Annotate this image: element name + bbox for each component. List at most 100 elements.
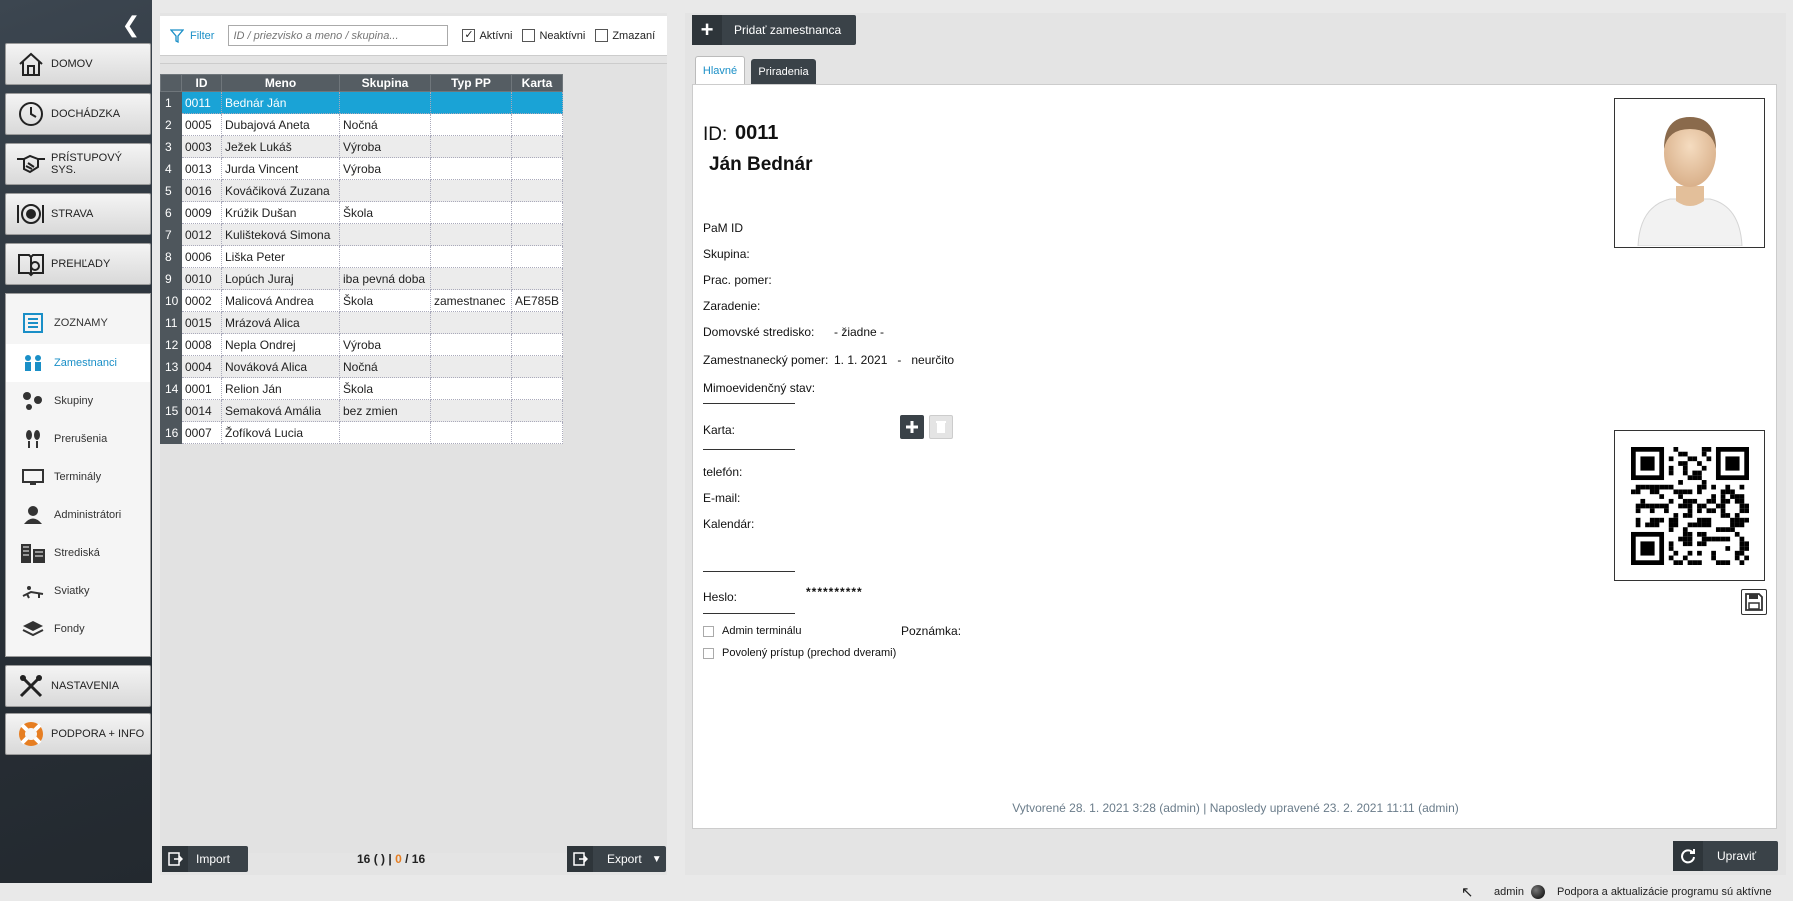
table-row[interactable]: 13 0004 Nováková Alica Nočná [160, 355, 563, 378]
table-cell [511, 245, 563, 268]
column-header-skupina[interactable]: Skupina [339, 74, 431, 92]
sidebar: ❮ DOMOV DOCHÁDZKA PRÍSTUPOVÝ SYS. STRAVA… [0, 0, 152, 883]
active-checkbox[interactable]: ✓ Aktívni [462, 29, 512, 42]
inactive-checkbox[interactable]: Neaktívni [522, 29, 585, 42]
table-row[interactable]: 6 0009 Krúžik Dušan Škola [160, 201, 563, 224]
add-card-button[interactable] [900, 415, 924, 439]
table-row[interactable]: 11 0015 Mrázová Alica [160, 311, 563, 334]
povoleny-pristup-checkbox[interactable]: Povolený prístup (prechod dverami) [703, 647, 896, 659]
collapse-sidebar-icon[interactable]: ❮ [120, 14, 142, 36]
export-dropdown-icon[interactable]: ▼ [652, 854, 662, 865]
plus-icon: + [692, 15, 722, 45]
submenu-header-zoznamy[interactable]: ZOZNAMY [6, 294, 150, 344]
deleted-checkbox[interactable]: Zmazaní [595, 29, 655, 42]
qr-code [1614, 430, 1765, 581]
export-button[interactable]: Export ▼ [567, 846, 666, 872]
divider [703, 403, 795, 404]
admin-terminal-checkbox[interactable]: Admin terminálu [703, 625, 801, 637]
table-cell [430, 267, 512, 290]
import-button[interactable]: Import [162, 846, 248, 872]
row-number: 12 [160, 333, 182, 356]
menu-dochadzka-button[interactable]: DOCHÁDZKA [5, 93, 151, 135]
add-employee-button[interactable]: + Pridať zamestnanca [692, 15, 856, 45]
table-row[interactable]: 1 0011 Bednár Ján [160, 91, 563, 114]
table-row[interactable]: 8 0006 Liška Peter [160, 245, 563, 268]
table-row[interactable]: 4 0013 Jurda Vincent Výroba [160, 157, 563, 180]
audit-footer: Vytvorené 28. 1. 2021 3:28 (admin) | Nap… [1012, 801, 1459, 815]
table-cell: Výroba [339, 333, 431, 356]
employee-card: ID: 0011 Ján Bednár PaM ID Skupina: Prac… [692, 84, 1777, 829]
employee-list-panel: Filter ✓ Aktívni Neaktívni Zmazaní ID Me… [160, 13, 667, 875]
home-icon [16, 49, 46, 79]
employee-photo[interactable] [1614, 98, 1765, 248]
submenu-label: Administrátori [54, 509, 122, 521]
column-header-id[interactable]: ID [181, 74, 222, 92]
tab-hlavne[interactable]: Hlavné [695, 56, 745, 84]
row-number: 13 [160, 355, 182, 378]
table-row[interactable]: 16 0007 Žofíková Lucia [160, 421, 563, 444]
column-header-typ-pp[interactable]: Typ PP [430, 74, 512, 92]
submenu-item-prerusenia[interactable]: Prerušenia [6, 420, 150, 458]
edit-button[interactable]: Upraviť [1673, 841, 1778, 871]
table-row[interactable]: 9 0010 Lopúch Juraj iba pevná doba [160, 267, 563, 290]
search-input[interactable] [228, 25, 449, 46]
menu-domov-button[interactable]: DOMOV [5, 43, 151, 85]
menu-nastavenia-button[interactable]: NASTAVENIA [5, 665, 151, 707]
save-qr-button[interactable] [1741, 589, 1767, 615]
table-row[interactable]: 3 0003 Ježek Lukáš Výroba [160, 135, 563, 158]
table-row[interactable]: 12 0008 Nepla Ondrej Výroba [160, 333, 563, 356]
count-close: ) | [381, 852, 396, 866]
trash-icon [936, 421, 946, 433]
active-checkbox-box[interactable]: ✓ [462, 29, 476, 42]
submenu-label: Skupiny [54, 395, 94, 407]
table-cell: 0015 [181, 311, 222, 334]
table-row[interactable]: 7 0012 Kulišteková Simona [160, 223, 563, 246]
table-row[interactable]: 15 0014 Semaková Amália bez zmien [160, 399, 563, 422]
submenu-item-skupiny[interactable]: Skupiny [6, 382, 150, 420]
table-cell: Mrázová Alica [221, 311, 340, 334]
submenu-item-terminaly[interactable]: Terminály [6, 458, 150, 496]
menu-strava-button[interactable]: STRAVA [5, 193, 151, 235]
table-cell [339, 245, 431, 268]
table-row[interactable]: 5 0016 Kováčiková Zuzana [160, 179, 563, 202]
poznamka-label: Poznámka: [901, 624, 962, 638]
row-number: 8 [160, 245, 182, 268]
group-icon [20, 390, 46, 412]
delete-card-button[interactable] [929, 415, 953, 439]
deleted-checkbox-box[interactable] [595, 29, 609, 42]
inactive-checkbox-box[interactable] [522, 29, 536, 42]
submenu-item-zamestnanci[interactable]: Zamestnanci [6, 344, 150, 382]
buildings-icon [20, 542, 46, 564]
table-cell: Škola [339, 289, 431, 312]
menu-prehlady-button[interactable]: PREHĽADY [5, 243, 151, 285]
table-cell [339, 223, 431, 246]
submenu-item-fondy[interactable]: Fondy [6, 610, 150, 648]
heslo-label: Heslo: [703, 590, 738, 604]
tab-priradenia[interactable]: Priradenia [751, 59, 816, 84]
table-cell: 0010 [181, 267, 222, 290]
tools-icon [16, 671, 46, 701]
submenu-item-administratori[interactable]: Administrátori [6, 496, 150, 534]
submenu-item-strediska[interactable]: Strediská [6, 534, 150, 572]
menu-dochadzka-label: DOCHÁDZKA [51, 108, 121, 120]
table-row[interactable]: 10 0002 Malicová Andrea Škola zamestnanec AE7… [160, 289, 563, 312]
mimoevid-label: Mimoevidenčný stav: [703, 381, 816, 395]
povoleny-pristup-checkbox-box[interactable] [703, 647, 714, 659]
submenu-label: Zamestnanci [54, 357, 117, 369]
admin-terminal-checkbox-box[interactable] [703, 625, 714, 637]
table-cell [430, 135, 512, 158]
table-row[interactable]: 2 0005 Dubajová Aneta Nočná [160, 113, 563, 136]
filter-icon [170, 28, 184, 43]
table-cell: Výroba [339, 135, 431, 158]
column-header-karta[interactable]: Karta [511, 74, 563, 92]
table-row[interactable]: 14 0001 Relion Ján Škola [160, 377, 563, 400]
column-header-meno[interactable]: Meno [221, 74, 340, 92]
menu-podpora-button[interactable]: PODPORA + INFO [5, 713, 151, 755]
table-cell: Relion Ján [221, 377, 340, 400]
menu-pristupovy-button[interactable]: PRÍSTUPOVÝ SYS. [5, 143, 151, 185]
menu-pristupovy-label: PRÍSTUPOVÝ SYS. [51, 152, 122, 176]
submenu-item-sviatky[interactable]: Sviatky [6, 572, 150, 610]
table-cell [511, 421, 563, 444]
table-cell [430, 91, 512, 114]
filter-button[interactable]: Filter [170, 28, 214, 43]
